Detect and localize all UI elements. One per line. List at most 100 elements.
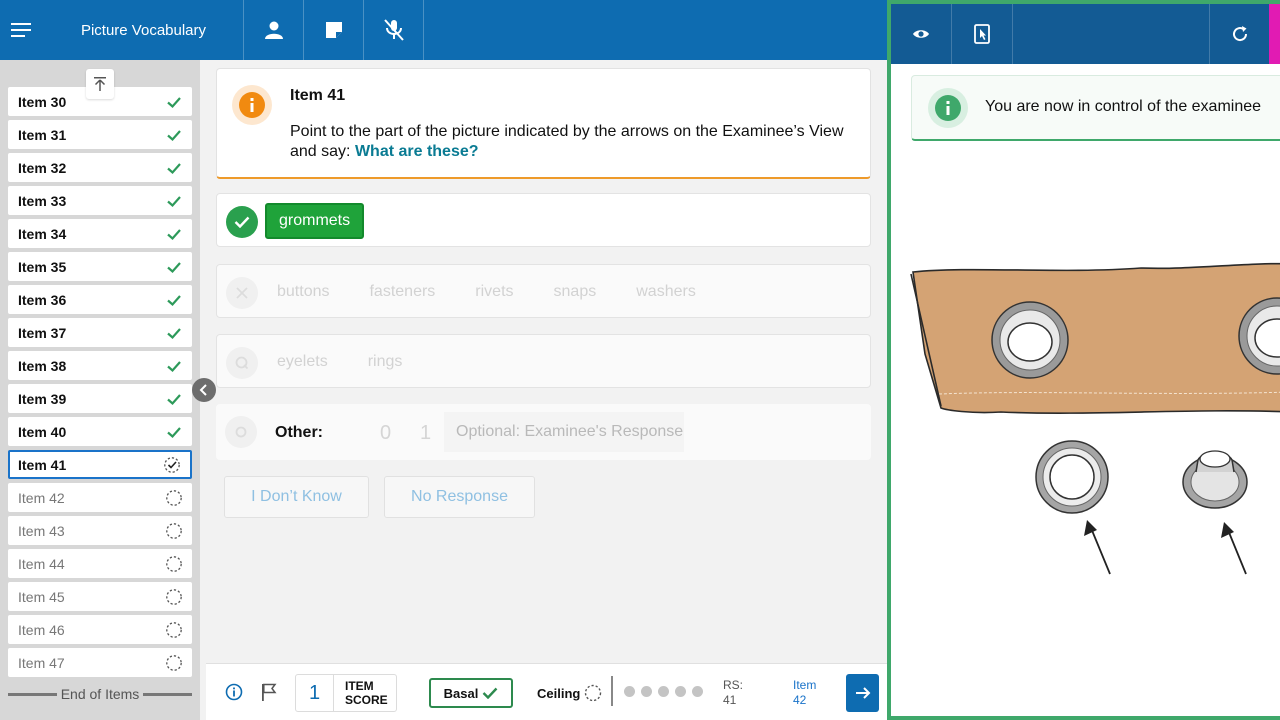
item-score-label-line2: SCORE	[345, 693, 388, 707]
sidebar-item-label: Item 35	[18, 258, 67, 275]
sidebar-item-label: Item 38	[18, 357, 67, 374]
tablet-touch-icon	[974, 24, 990, 44]
sidebar-item[interactable]: Item 44	[8, 549, 192, 578]
response-option[interactable]: rivets	[475, 283, 513, 301]
check-icon	[167, 261, 181, 273]
examinee-info-button[interactable]	[244, 0, 304, 60]
note-icon	[325, 22, 342, 38]
notes-button[interactable]	[304, 0, 364, 60]
progress-dot	[675, 686, 686, 697]
info-icon	[946, 101, 950, 115]
next-button[interactable]	[846, 674, 879, 712]
sidebar-item[interactable]: Item 40	[8, 417, 192, 446]
chevron-left-icon	[199, 384, 207, 396]
pending-circle-icon	[166, 654, 182, 671]
person-icon	[264, 21, 283, 39]
ceiling-label: Ceiling	[537, 685, 581, 701]
sidebar-item[interactable]: Item 47	[8, 648, 192, 677]
collapse-sidebar-button[interactable]	[192, 378, 216, 402]
sidebar-item[interactable]: Item 34	[8, 219, 192, 248]
next-item-indicator[interactable]: Item 42	[793, 678, 816, 708]
top-bar: Picture Vocabulary	[0, 0, 887, 60]
check-icon	[167, 294, 181, 306]
sidebar-item-label: Item 41	[18, 456, 67, 473]
sidebar-item[interactable]: Item 45	[8, 582, 192, 611]
mic-off-icon	[383, 19, 404, 41]
notice-badge	[928, 88, 968, 128]
view-toggle-button[interactable]	[891, 4, 952, 64]
response-option[interactable]: washers	[636, 283, 696, 301]
mic-toggle-button[interactable]	[364, 0, 424, 60]
ceiling-progress-dots	[624, 686, 703, 697]
eye-icon	[913, 30, 929, 38]
app-title: Picture Vocabulary	[44, 0, 244, 60]
response-option[interactable]: fasteners	[369, 283, 435, 301]
prompt-text: What are these?	[354, 143, 479, 160]
basal-status: Basal	[429, 678, 513, 708]
other-score-0[interactable]: 0	[380, 422, 391, 445]
close-icon	[236, 287, 248, 299]
info-button[interactable]	[225, 683, 243, 706]
sidebar-item[interactable]: Item 31	[8, 120, 192, 149]
dont-know-button[interactable]: I Don’t Know	[224, 476, 369, 518]
response-option[interactable]: snaps	[554, 283, 597, 301]
sidebar-item[interactable]: Item 36	[8, 285, 192, 314]
sidebar-item[interactable]: Item 43	[8, 516, 192, 545]
query-icon	[235, 356, 249, 370]
flag-button[interactable]	[261, 683, 277, 706]
query-response-row: eyelets rings	[216, 334, 871, 388]
progress-dot	[641, 686, 652, 697]
question-card: Item 41 Point to the part of the picture…	[216, 68, 871, 179]
sidebar-item-label: Item 32	[18, 159, 67, 176]
other-score-1[interactable]: 1	[420, 422, 431, 445]
sidebar-item[interactable]: Item 38	[8, 351, 192, 380]
other-response-input[interactable]: Optional: Examinee's Response	[444, 412, 684, 452]
incorrect-response-row: buttons fasteners rivets snaps washers	[216, 264, 871, 318]
sidebar-item[interactable]: Item 41	[8, 450, 192, 479]
info-icon	[250, 98, 254, 112]
sidebar-item-label: Item 44	[18, 555, 65, 572]
sidebar-item-label: Item 31	[18, 126, 67, 143]
item-score-value: 1	[296, 675, 334, 711]
query-status-badge[interactable]	[226, 347, 258, 379]
menu-button[interactable]	[0, 0, 44, 60]
query-options: eyelets rings	[277, 335, 402, 389]
no-response-button[interactable]: No Response	[384, 476, 535, 518]
arrow-up-to-top-icon	[94, 77, 106, 91]
stimulus-image	[910, 262, 1280, 575]
sidebar-item[interactable]: Item 39	[8, 384, 192, 413]
correct-status-badge[interactable]	[226, 206, 258, 238]
sidebar-item-label: Item 33	[18, 192, 67, 209]
response-option[interactable]: buttons	[277, 283, 329, 301]
progress-dot	[658, 686, 669, 697]
item-instruction: Point to the part of the picture indicat…	[290, 122, 860, 162]
loose-grommet-side	[1182, 450, 1248, 509]
sidebar-item-label: Item 34	[18, 225, 67, 242]
pointer-arrow	[1221, 522, 1247, 575]
correct-answer-chip[interactable]: grommets	[265, 203, 365, 239]
sidebar-item[interactable]: Item 32	[8, 153, 192, 182]
scoring-panel: Item 41 Point to the part of the picture…	[206, 60, 887, 663]
item-score-label-line1: ITEM	[345, 679, 374, 693]
sidebar-item[interactable]: Item 46	[8, 615, 192, 644]
other-status-badge[interactable]	[225, 416, 257, 448]
sidebar-item[interactable]: Item 35	[8, 252, 192, 281]
response-option[interactable]: eyelets	[277, 353, 328, 371]
item-score-box[interactable]: 1 ITEM SCORE	[295, 674, 397, 712]
sidebar-item-label: Item 45	[18, 588, 65, 605]
refresh-button[interactable]	[1209, 4, 1270, 64]
sidebar-item-label: Item 40	[18, 423, 67, 440]
check-icon	[167, 96, 181, 108]
sidebar-item[interactable]: Item 42	[8, 483, 192, 512]
tablet-control-button[interactable]	[952, 4, 1013, 64]
other-label: Other:	[275, 424, 323, 441]
raw-score-value: 41	[723, 693, 737, 707]
sidebar-item[interactable]: Item 33	[8, 186, 192, 215]
flag-icon	[262, 683, 277, 701]
other-response-row: Other: 0 1 Optional: Examinee's Response	[216, 404, 871, 460]
incorrect-status-badge[interactable]	[226, 277, 258, 309]
check-icon	[234, 216, 250, 228]
response-option[interactable]: rings	[368, 353, 403, 371]
scroll-to-top-button[interactable]	[86, 69, 114, 99]
sidebar-item[interactable]: Item 37	[8, 318, 192, 347]
